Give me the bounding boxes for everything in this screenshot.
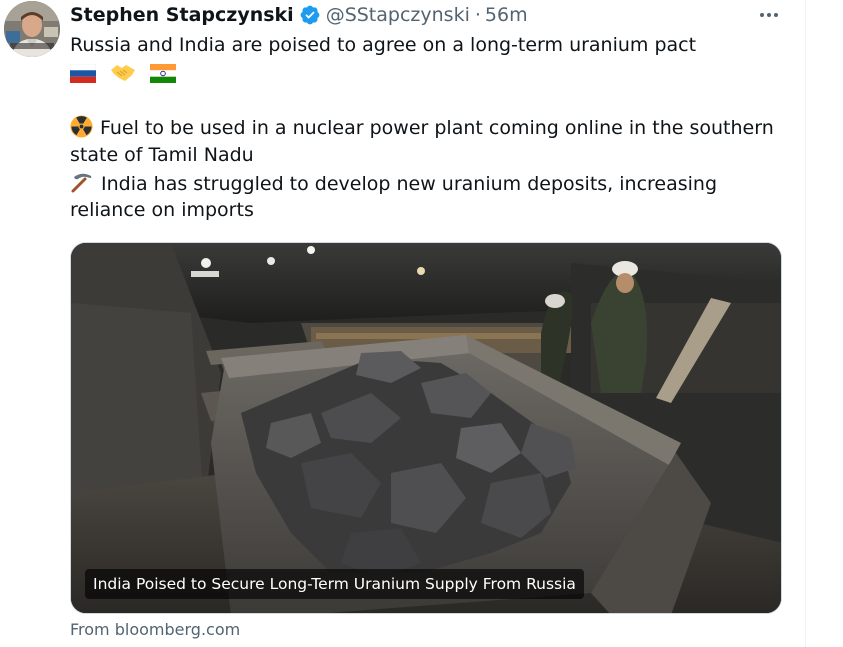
column-divider <box>805 0 806 647</box>
emoji-line <box>70 60 790 88</box>
india-flag-icon <box>150 63 177 83</box>
tweet-text: Russia and India are poised to agree on … <box>70 32 790 225</box>
bullet-line: India has struggled to develop new urani… <box>70 170 790 198</box>
bullet-line: Fuel to be used in a nuclear power plant… <box>70 114 790 143</box>
more-options-icon[interactable] <box>754 4 784 26</box>
separator-dot: · <box>474 4 481 26</box>
pick-icon <box>71 173 92 192</box>
avatar[interactable] <box>4 1 60 57</box>
author-name[interactable]: Stephen Stapczynski <box>70 4 294 26</box>
uranium-mine-cart-photo <box>71 243 781 613</box>
tweet[interactable]: Stephen Stapczynski @SStapczynski · 56m … <box>0 0 805 647</box>
author-handle[interactable]: @SStapczynski <box>326 4 470 26</box>
bullet-1-continuation: state of Tamil Nadu <box>70 144 254 166</box>
card-headline[interactable]: India Poised to Secure Long-Term Uranium… <box>85 569 584 599</box>
tweet-header: Stephen Stapczynski @SStapczynski · 56m <box>70 2 528 28</box>
card-source[interactable]: From bloomberg.com <box>70 620 240 639</box>
radioactive-icon <box>70 114 93 138</box>
bullet-2-text: India has struggled to develop new urani… <box>101 172 718 195</box>
link-card[interactable]: India Poised to Secure Long-Term Uranium… <box>70 242 782 614</box>
timestamp[interactable]: 56m <box>485 4 528 26</box>
tweet-text-line: Russia and India are poised to agree on … <box>70 34 697 56</box>
bullet-2-continuation: reliance on imports <box>70 199 254 221</box>
handshake-icon <box>111 64 136 81</box>
bullet-1-text: Fuel to be used in a nuclear power plant… <box>100 116 774 139</box>
russia-flag-icon <box>70 63 96 83</box>
verified-badge-icon[interactable] <box>299 4 321 26</box>
avatar-photo <box>4 1 60 57</box>
